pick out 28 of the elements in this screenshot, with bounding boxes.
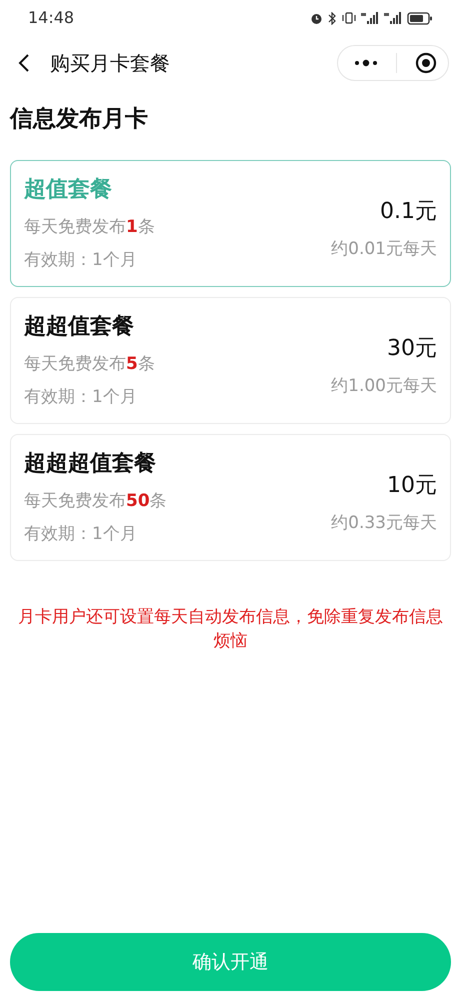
price: 30元	[387, 335, 437, 363]
price-per-day: 约1.00元每天	[331, 374, 437, 400]
plan-name: 超超值套餐	[24, 313, 135, 341]
plan-card[interactable]: 超超超值套餐 每天免费发布50条 有效期：1个月 10元 约0.33元每天	[10, 434, 451, 561]
more-icon[interactable]	[354, 59, 378, 67]
page-title: 购买月卡套餐	[50, 50, 170, 77]
plan-card[interactable]: 超超值套餐 每天免费发布5条 有效期：1个月 30元 约1.00元每天	[10, 297, 451, 424]
price-per-day: 约0.33元每天	[331, 511, 437, 536]
daily-quota: 每天免费发布5条	[24, 353, 155, 376]
plan-name: 超超超值套餐	[24, 450, 157, 478]
status-time: 14:48	[28, 7, 74, 29]
daily-quota: 每天免费发布1条	[24, 216, 155, 239]
price: 0.1元	[380, 198, 437, 226]
plan-name: 超值套餐	[24, 176, 113, 204]
validity-period: 有效期：1个月	[24, 249, 138, 272]
validity-period: 有效期：1个月	[24, 523, 138, 546]
plan-card[interactable]: 超值套餐 每天免费发布1条 有效期：1个月 0.1元 约0.01元每天	[10, 160, 451, 287]
bluetooth-icon	[328, 12, 337, 24]
price-per-day: 约0.01元每天	[331, 237, 437, 262]
vibrate-icon	[342, 12, 356, 24]
signal-icon	[361, 12, 379, 24]
notice-text: 月卡用户还可设置每天自动发布信息，免除重复发布信息烦恼	[17, 606, 444, 653]
signal-icon	[384, 12, 402, 24]
validity-period: 有效期：1个月	[24, 386, 138, 409]
battery-icon	[407, 12, 433, 24]
price: 10元	[387, 472, 437, 500]
section-heading: 信息发布月卡	[8, 105, 149, 134]
daily-quota: 每天免费发布50条	[24, 490, 167, 513]
